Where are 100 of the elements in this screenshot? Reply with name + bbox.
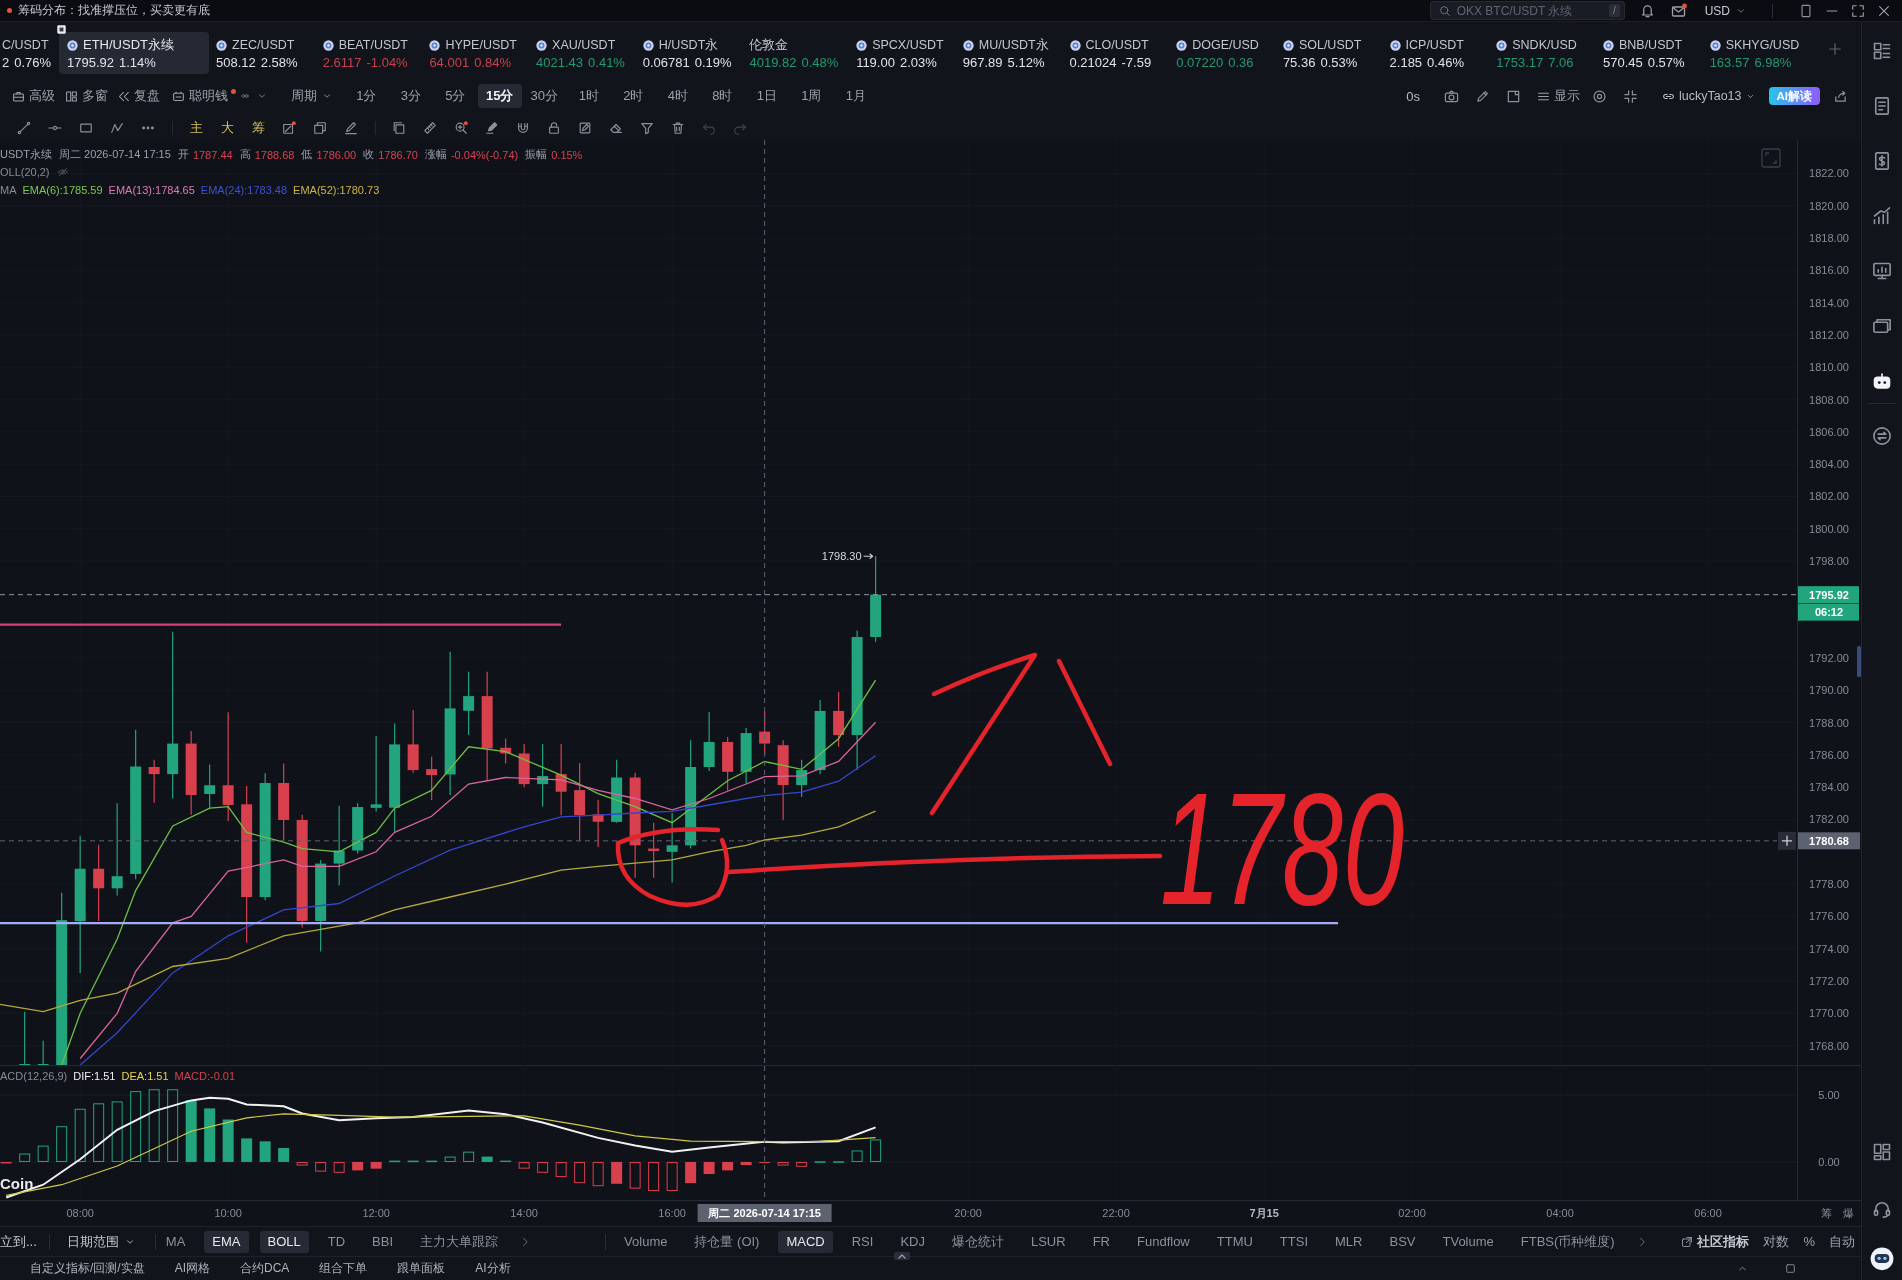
ticker-symbol: BNB/USDT [1618, 37, 1683, 54]
price-axis-label: 1806.00 [1809, 425, 1849, 438]
ticker-change: 0.48% [801, 54, 839, 72]
price-axis-label: 1808.00 [1809, 393, 1849, 406]
ticker-change: -1.04% [366, 54, 408, 72]
ticker-price: 64.001 [429, 54, 470, 72]
price-axis-label: 1778.00 [1809, 878, 1849, 891]
price-axis-label: 1768.00 [1809, 1039, 1849, 1052]
ticker-change: 0.53% [1320, 54, 1358, 72]
price-axis-label: 1820.00 [1809, 199, 1849, 212]
price-axis-label: 1812.00 [1809, 328, 1849, 341]
price-axis-label: 1816.00 [1809, 264, 1849, 277]
price-axis-label: 1810.00 [1809, 361, 1849, 374]
ticker-symbol: SPCX/USDT [872, 37, 944, 54]
handwritten-note: 1780 [1160, 759, 1516, 938]
price-axis-label: 1804.00 [1809, 458, 1849, 471]
indicator-value: DEA:1.51 [121, 1070, 169, 1082]
legend-value: 1788.68 [254, 148, 295, 161]
ticker-symbol: HYPE/USDT [445, 37, 517, 54]
logo-text: Coin [0, 1175, 34, 1192]
high-price-label: 1798.30 [821, 550, 862, 563]
ticker-price: 75.36 [1282, 54, 1316, 72]
time-axis-label: 08:00 [66, 1207, 94, 1219]
ticker-price: 0.07220 [1176, 54, 1224, 72]
time-axis-label: 02:00 [1398, 1207, 1426, 1219]
indicator-value: DIF:1.51 [73, 1070, 116, 1082]
time-axis-label: 06:00 [1694, 1207, 1722, 1219]
ticker-change: 0.57% [1647, 54, 1685, 72]
crosshair-price-tag: 1780.68 [1798, 832, 1860, 850]
ticker-change: 0.36 [1228, 54, 1254, 72]
shortcut-key: / [1608, 4, 1620, 17]
indicator-value: EMA(24):1783.48 [200, 183, 288, 196]
indicator-name: OLL(20,2) [0, 166, 50, 179]
ticker-symbol: XAU/USDT [552, 37, 616, 54]
ticker-price: 119.00 [856, 54, 895, 72]
ticker-symbol: BEAT/USDT [338, 37, 408, 54]
price-axis-label: 1818.00 [1809, 232, 1849, 245]
legend-label: 涨幅 [424, 147, 447, 163]
indicator-value: EMA(13):1784.65 [108, 183, 195, 196]
ticker-symbol: SOL/USDT [1298, 37, 1362, 54]
ticker-symbol: 伦敦金 [749, 37, 789, 54]
time-axis-label: 20:00 [954, 1207, 982, 1219]
time-axis-label: 22:00 [1102, 1207, 1130, 1219]
time-axis-label: 10:00 [214, 1207, 242, 1219]
ticker-change: 1.14% [119, 54, 156, 72]
time-axis-label: 7月15 [1249, 1207, 1279, 1219]
ticker-price: 967.89 [962, 54, 1003, 72]
ticker-change: 6.98% [1754, 54, 1792, 72]
ticker-symbol: ETH/USDT永续 [83, 36, 174, 54]
ticker-change: 0.41% [588, 54, 625, 72]
ticker-symbol: MU/USDT永 [978, 37, 1049, 54]
price-axis-label: 1788.00 [1809, 716, 1849, 729]
price-axis-label: 1770.00 [1809, 1007, 1849, 1020]
legend-label: 开 [177, 147, 189, 163]
legend-label: 振幅 [525, 147, 548, 163]
indicator-value: MACD:-0.01 [174, 1070, 236, 1082]
legend-value: 0.15% [551, 148, 583, 161]
ticker-change: 0.19% [694, 54, 732, 72]
crosshair-time-tag: 周二 2026-07-14 17:15 [697, 1204, 832, 1222]
legend-time: 周二 2026-07-14 17:15 [58, 147, 171, 163]
legend-label: 低 [301, 147, 313, 163]
price-axis-label: 1814.00 [1809, 296, 1849, 309]
price-axis-label: 1790.00 [1809, 684, 1849, 697]
ticker-price: 1753.17 [1496, 54, 1544, 72]
price-axis-label: 1786.00 [1809, 748, 1849, 761]
ticker-change: 5.12% [1007, 54, 1045, 72]
legend-value: -0.04%(-0.74) [450, 148, 519, 161]
ticker-price: 2.185 [1389, 54, 1423, 72]
time-axis-label: 14:00 [510, 1207, 538, 1219]
price-axis-label: 1792.00 [1809, 652, 1849, 664]
ticker-change: -7.59 [1121, 54, 1152, 72]
price-axis-label: 1782.00 [1809, 813, 1849, 826]
ticker-change: 0.46% [1427, 54, 1464, 72]
ref-line-label: 周二 2026-07-14 17:15 [707, 1207, 821, 1219]
legend-label: 高 [239, 147, 251, 163]
ticker-price: 163.57 [1709, 54, 1750, 72]
legend-label: 收 [363, 147, 375, 163]
ticker-price: 2.6117 [322, 54, 362, 72]
last-price-tag: 1795.92 [1798, 586, 1859, 604]
ticker-symbol: CLO/USDT [1085, 37, 1149, 54]
price-axis-label: 1822.00 [1809, 167, 1849, 180]
indicator-name: ACD(12,26,9) [0, 1070, 68, 1082]
price-axis-label: 1800.00 [1809, 522, 1849, 535]
ticker-price: 4019.82 [749, 54, 797, 72]
ticker-price: 0.21024 [1069, 54, 1117, 72]
ticker-symbol: C/USDT [2, 37, 49, 54]
ticker-change: 7.06 [1548, 54, 1574, 72]
time-axis-label: 12:00 [362, 1207, 390, 1219]
indicator-value: EMA(6):1785.59 [22, 183, 103, 196]
price-axis-label: 1802.00 [1809, 490, 1849, 503]
ticker-symbol: ZEC/USDT [232, 37, 295, 54]
ref-line-label: 1780.68 [1809, 834, 1849, 847]
ticker-symbol: DOGE/USD [1192, 37, 1259, 54]
legend-symbol: USDT永续 [0, 147, 52, 163]
price-axis-label: 1798.00 [1809, 555, 1849, 568]
ref-line-label: 1795.92 [1809, 588, 1849, 601]
ticker-change: 2.03% [899, 54, 937, 72]
time-axis-label: 16:00 [658, 1207, 686, 1219]
ticker-price: 1795.92 [67, 54, 114, 72]
ticker-symbol: H/USDT永 [658, 37, 719, 54]
